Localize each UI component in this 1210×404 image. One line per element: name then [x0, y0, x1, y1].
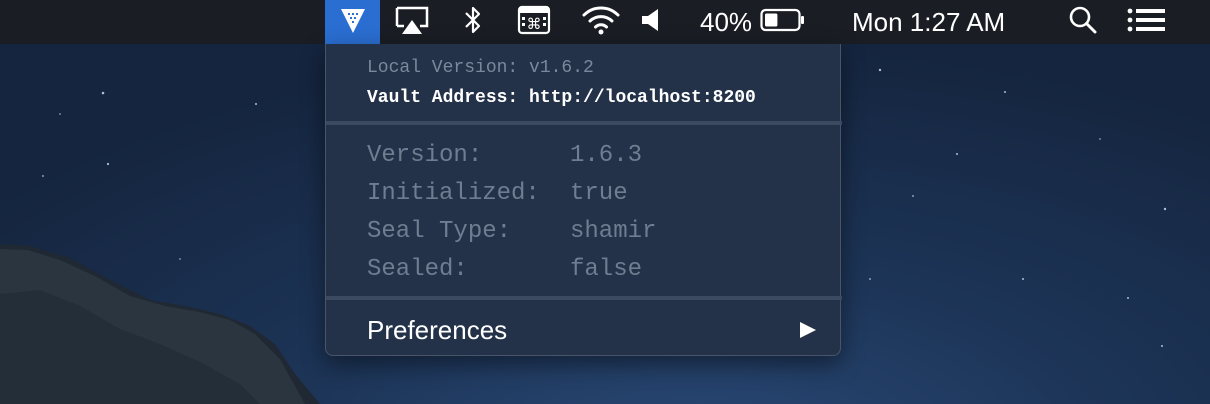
preferences-label: Preferences — [367, 315, 508, 345]
battery-icon — [760, 8, 806, 37]
volume-icon — [640, 7, 662, 38]
vault-menu-button[interactable] — [325, 0, 380, 44]
menu-separator — [326, 121, 842, 125]
notification-center-button[interactable] — [1125, 0, 1167, 44]
status-value: 1.6.3 — [570, 142, 643, 169]
clock-text: Mon 1:27 AM — [852, 6, 1006, 37]
airplay-button[interactable] — [392, 0, 432, 44]
submenu-arrow-icon — [798, 320, 818, 345]
menu-clock[interactable]: Mon 1:27 AM — [852, 0, 1022, 44]
status-key: Sealed: — [367, 256, 468, 283]
status-value: shamir — [570, 218, 657, 245]
status-value: true — [570, 180, 628, 207]
svg-text:⌘: ⌘ — [527, 15, 542, 33]
wifi-icon — [581, 4, 621, 41]
status-key: Seal Type: — [367, 218, 512, 245]
bluetooth-icon — [463, 4, 483, 41]
menu-bar: ⌘ 40% Mon 1:27 AM — [0, 0, 1210, 44]
vault-dropdown-menu: Local Version: v1.6.2 Vault Address: htt… — [325, 44, 842, 356]
battery-status[interactable]: 40% — [700, 0, 810, 44]
status-value: false — [570, 256, 643, 283]
keyboard-viewer-button[interactable]: ⌘ — [515, 0, 553, 44]
spotlight-search-icon — [1068, 5, 1098, 40]
status-key: Version: — [367, 142, 483, 169]
local-version: Local Version: v1.6.2 — [367, 58, 594, 78]
bluetooth-button[interactable] — [460, 0, 486, 44]
vault-address: Vault Address: http://localhost:8200 — [367, 88, 756, 108]
notification-center-icon — [1127, 8, 1165, 37]
status-key: Initialized: — [367, 180, 540, 207]
spotlight-button[interactable] — [1066, 0, 1100, 44]
airplay-icon — [393, 5, 431, 40]
battery-percent: 40% — [700, 6, 753, 37]
keyboard-viewer-icon: ⌘ — [517, 5, 551, 40]
vault-icon — [338, 6, 368, 39]
volume-button[interactable] — [638, 0, 664, 44]
menu-separator — [326, 296, 842, 300]
preferences-menu-item[interactable]: Preferences — [326, 302, 840, 352]
wifi-button[interactable] — [580, 0, 622, 44]
